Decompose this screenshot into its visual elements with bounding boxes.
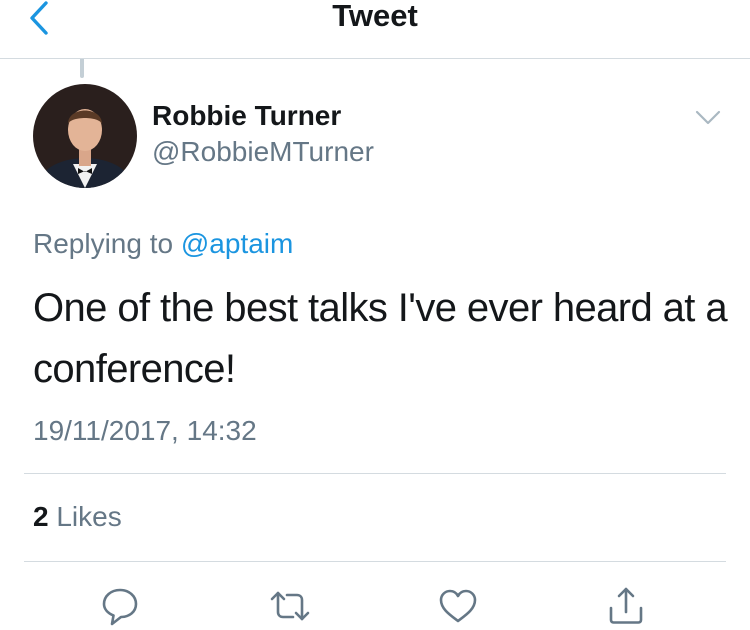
heart-icon xyxy=(439,589,477,623)
reply-button[interactable] xyxy=(98,584,142,628)
chevron-down-icon xyxy=(695,110,721,125)
likes-count: 2 xyxy=(33,501,49,532)
replying-to-mention[interactable]: @aptaim xyxy=(181,228,293,259)
top-bar: Tweet xyxy=(0,0,750,59)
thread-connector xyxy=(80,59,84,78)
likes-label: Likes xyxy=(56,501,122,532)
page-title: Tweet xyxy=(332,0,418,33)
tweet-timestamp: 19/11/2017, 14:32 xyxy=(33,415,257,446)
like-button[interactable] xyxy=(436,584,480,628)
author-handle[interactable]: @RobbieMTurner xyxy=(152,136,374,168)
profile-photo xyxy=(33,84,137,188)
tweet-options-button[interactable] xyxy=(693,105,723,131)
share-button[interactable] xyxy=(604,584,648,628)
retweet-icon xyxy=(270,591,310,621)
replying-to-line: Replying to @aptaim xyxy=(33,228,293,260)
speech-bubble-icon xyxy=(102,588,138,626)
share-icon xyxy=(609,587,643,624)
avatar[interactable] xyxy=(33,84,137,188)
divider xyxy=(24,561,726,562)
tweet-text: One of the best talks I've ever heard at… xyxy=(33,286,728,391)
author-name[interactable]: Robbie Turner xyxy=(152,100,341,132)
divider xyxy=(24,473,726,474)
likes-stat[interactable]: 2 Likes xyxy=(33,501,122,533)
retweet-button[interactable] xyxy=(268,584,312,628)
replying-to-label: Replying to xyxy=(33,228,174,259)
